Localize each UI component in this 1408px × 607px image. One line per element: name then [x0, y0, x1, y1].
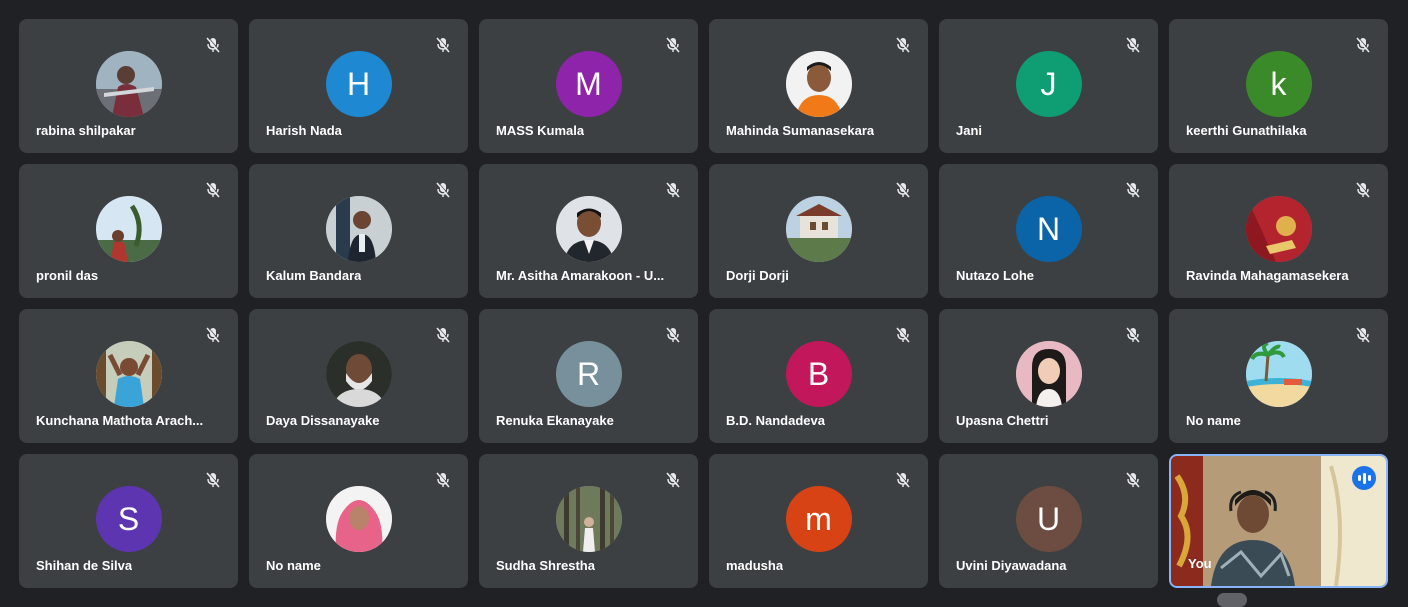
participant-tile[interactable]: N Nutazo Lohe: [939, 164, 1158, 298]
avatar-photo: [1015, 341, 1082, 407]
mic-off-icon: [1356, 37, 1370, 53]
mic-off-icon: [206, 37, 220, 53]
participant-name: Harish Nada: [266, 123, 342, 138]
participant-tile[interactable]: Ravinda Mahagamasekera: [1169, 164, 1388, 298]
more-participants-indicator[interactable]: [1217, 593, 1247, 607]
avatar-photo: [95, 51, 162, 117]
avatar-photo: [555, 486, 622, 552]
avatar-photo: [555, 196, 622, 262]
participant-name: Kunchana Mathota Arach...: [36, 413, 204, 428]
avatar-photo: [1245, 341, 1312, 407]
avatar-photo: [325, 196, 392, 262]
mic-off-icon: [896, 472, 910, 488]
participant-tile[interactable]: Kunchana Mathota Arach...: [19, 309, 238, 443]
participant-tile[interactable]: S Shihan de Silva: [19, 454, 238, 588]
participant-tile[interactable]: pronil das: [19, 164, 238, 298]
audio-level-icon: [1352, 466, 1376, 490]
avatar-photo: [95, 196, 162, 262]
participant-tile[interactable]: Mr. Asitha Amarakoon - U...: [479, 164, 698, 298]
participant-tile[interactable]: H Harish Nada: [249, 19, 468, 153]
participant-name: madusha: [726, 558, 784, 573]
participant-tile[interactable]: J Jani: [939, 19, 1158, 153]
participant-name: Nutazo Lohe: [956, 268, 1034, 283]
mic-off-icon: [206, 327, 220, 343]
avatar-initial: H: [325, 51, 392, 117]
mic-off-icon: [206, 182, 220, 198]
participant-tile[interactable]: Dorji Dorji: [709, 164, 928, 298]
mic-off-icon: [666, 472, 680, 488]
participant-tile[interactable]: M MASS Kumala: [479, 19, 698, 153]
avatar-photo: [325, 341, 392, 407]
participant-tile[interactable]: k keerthi Gunathilaka: [1169, 19, 1388, 153]
avatar-initial: M: [555, 51, 622, 117]
participant-name: Upasna Chettri: [956, 413, 1049, 428]
participant-tile[interactable]: U Uvini Diyawadana: [939, 454, 1158, 588]
participant-name: Mahinda Sumanasekara: [726, 123, 875, 138]
mic-off-icon: [1126, 472, 1140, 488]
mic-off-icon: [666, 182, 680, 198]
participant-tile[interactable]: Kalum Bandara: [249, 164, 468, 298]
mic-off-icon: [1356, 327, 1370, 343]
avatar-initial: U: [1015, 486, 1082, 552]
avatar-initial: m: [785, 486, 852, 552]
participant-name: keerthi Gunathilaka: [1186, 123, 1307, 138]
participant-grid: rabina shilpakar H Harish Nada M MASS Kumala…: [19, 19, 1388, 588]
participant-name: Kalum Bandara: [266, 268, 362, 283]
participant-tile[interactable]: No name: [249, 454, 468, 588]
mic-off-icon: [896, 327, 910, 343]
participant-tile[interactable]: Mahinda Sumanasekara: [709, 19, 928, 153]
participant-name: MASS Kumala: [496, 123, 585, 138]
avatar-initial: J: [1015, 51, 1082, 117]
mic-off-icon: [1356, 182, 1370, 198]
avatar-initial: S: [95, 486, 162, 552]
mic-off-icon: [206, 472, 220, 488]
avatar-photo: [785, 51, 852, 117]
avatar-initial: k: [1245, 51, 1312, 117]
participant-tile[interactable]: No name: [1169, 309, 1388, 443]
mic-off-icon: [1126, 327, 1140, 343]
avatar-photo: [1245, 196, 1312, 262]
avatar-initial: B: [785, 341, 852, 407]
participant-name: You: [1188, 556, 1212, 571]
participant-name: Dorji Dorji: [726, 268, 789, 283]
participant-name: Renuka Ekanayake: [496, 413, 614, 428]
mic-off-icon: [1126, 182, 1140, 198]
participant-name: Jani: [956, 123, 983, 138]
self-video-tile[interactable]: You: [1169, 454, 1388, 588]
participant-tile[interactable]: B B.D. Nandadeva: [709, 309, 928, 443]
participant-name: Daya Dissanayake: [266, 413, 380, 428]
participant-name: B.D. Nandadeva: [726, 413, 825, 428]
participant-tile[interactable]: rabina shilpakar: [19, 19, 238, 153]
participant-name: Shihan de Silva: [36, 558, 133, 573]
participant-name: rabina shilpakar: [36, 123, 136, 138]
participant-name: Mr. Asitha Amarakoon - U...: [496, 268, 665, 283]
mic-off-icon: [436, 327, 450, 343]
mic-off-icon: [896, 37, 910, 53]
participant-name: Ravinda Mahagamasekera: [1186, 268, 1349, 283]
participant-name: No name: [1186, 413, 1241, 428]
participant-name: Sudha Shrestha: [496, 558, 595, 573]
avatar-photo: [95, 341, 162, 407]
participant-tile[interactable]: Upasna Chettri: [939, 309, 1158, 443]
avatar-initial: R: [555, 341, 622, 407]
mic-off-icon: [666, 327, 680, 343]
participant-name: No name: [266, 558, 321, 573]
participant-tile[interactable]: Daya Dissanayake: [249, 309, 468, 443]
participant-tile[interactable]: R Renuka Ekanayake: [479, 309, 698, 443]
avatar-photo: [785, 196, 852, 262]
participant-tile[interactable]: Sudha Shrestha: [479, 454, 698, 588]
mic-off-icon: [436, 182, 450, 198]
avatar-initial: N: [1015, 196, 1082, 262]
participant-name: pronil das: [36, 268, 99, 283]
mic-off-icon: [896, 182, 910, 198]
mic-off-icon: [436, 37, 450, 53]
mic-off-icon: [436, 472, 450, 488]
mic-off-icon: [666, 37, 680, 53]
mic-off-icon: [1126, 37, 1140, 53]
avatar-photo: [325, 486, 392, 552]
participant-tile[interactable]: m madusha: [709, 454, 928, 588]
participant-name: Uvini Diyawadana: [956, 558, 1067, 573]
